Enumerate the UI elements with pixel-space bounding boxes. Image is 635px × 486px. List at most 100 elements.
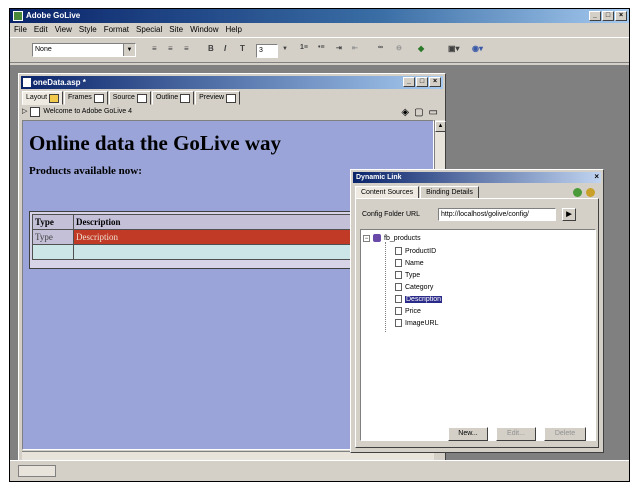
field-icon bbox=[395, 307, 402, 315]
refresh-icon[interactable] bbox=[573, 188, 582, 197]
menu-style[interactable]: Style bbox=[79, 23, 97, 36]
field-icon bbox=[395, 283, 402, 291]
menu-site[interactable]: Site bbox=[169, 23, 183, 36]
outline-icon bbox=[180, 93, 191, 103]
collapse-icon[interactable]: − bbox=[363, 234, 370, 242]
field-icon bbox=[395, 295, 402, 303]
chevron-down-icon: ▼ bbox=[123, 44, 135, 56]
paragraph-format-value: None bbox=[35, 46, 52, 53]
tree-field-name[interactable]: Name bbox=[395, 258, 424, 268]
tree-field-category[interactable]: Category bbox=[395, 282, 433, 292]
outdent-icon[interactable]: ⇤ bbox=[352, 44, 358, 52]
unlink-icon[interactable]: ⊖ bbox=[396, 44, 402, 52]
close-icon[interactable]: × bbox=[615, 11, 627, 21]
palette-actions bbox=[573, 188, 595, 197]
delete-button[interactable]: Delete bbox=[544, 427, 586, 441]
tab-outline-label: Outline bbox=[155, 94, 179, 101]
tree-field-productid[interactable]: ProductID bbox=[395, 246, 436, 256]
tab-source[interactable]: Source bbox=[108, 91, 151, 105]
close-icon[interactable]: × bbox=[429, 77, 441, 87]
config-folder-url-field[interactable]: http://localhost/golive/config/ bbox=[438, 208, 556, 221]
table-cell-type[interactable]: Type bbox=[32, 229, 74, 245]
page-title-path: Welcome to Adobe GoLive 4 bbox=[43, 108, 132, 115]
table-header-type[interactable]: Type bbox=[32, 214, 74, 230]
font-size-arrow-icon[interactable]: ▼ bbox=[282, 46, 288, 52]
field-label: Type bbox=[405, 271, 421, 279]
tab-layout[interactable]: Layout bbox=[22, 91, 64, 105]
font-size-select[interactable]: 3 bbox=[256, 44, 278, 58]
minimize-icon[interactable]: _ bbox=[403, 77, 415, 87]
tab-frames[interactable]: Frames bbox=[64, 91, 108, 105]
page-properties-icon[interactable]: ▢ bbox=[414, 106, 423, 119]
maximize-icon[interactable]: □ bbox=[416, 77, 428, 87]
paragraph-format-select[interactable]: None ▼ bbox=[32, 43, 136, 57]
palette-titlebar: Dynamic Link × bbox=[353, 172, 601, 183]
color-eye-icon[interactable]: ◈ bbox=[401, 106, 409, 119]
head-section-icon[interactable]: ▭ bbox=[429, 106, 438, 119]
preview-icon bbox=[226, 93, 237, 103]
document-icon bbox=[23, 78, 31, 87]
tree-field-description[interactable]: Description bbox=[395, 294, 443, 304]
page-icon bbox=[30, 106, 41, 117]
field-icon bbox=[395, 259, 402, 267]
menu-special[interactable]: Special bbox=[136, 23, 162, 36]
site-window-icon[interactable]: ▣▾ bbox=[448, 44, 460, 53]
close-icon[interactable]: × bbox=[594, 171, 599, 182]
tab-frames-label: Frames bbox=[68, 94, 92, 101]
tab-source-label: Source bbox=[112, 94, 135, 101]
align-left-icon[interactable]: ≡ bbox=[152, 44, 157, 53]
tree-field-type[interactable]: Type bbox=[395, 270, 420, 280]
layout-icon bbox=[49, 93, 60, 103]
link-icon[interactable]: ∞ bbox=[378, 44, 383, 51]
palette-title: Dynamic Link bbox=[356, 174, 402, 181]
minimize-icon[interactable]: _ bbox=[589, 11, 601, 21]
frames-icon bbox=[93, 93, 104, 103]
menu-edit[interactable]: Edit bbox=[34, 23, 48, 36]
tree-root-node[interactable]: − fb_products bbox=[363, 234, 421, 242]
tab-preview-label: Preview bbox=[199, 94, 225, 101]
menu-file[interactable]: File bbox=[14, 23, 27, 36]
align-center-icon[interactable]: ≡ bbox=[168, 44, 173, 53]
menu-window[interactable]: Window bbox=[190, 23, 218, 36]
tree-field-imageurl[interactable]: ImageURL bbox=[395, 318, 438, 328]
document-view-tabs: Layout Frames Source Outline Preview bbox=[22, 91, 241, 105]
palette-icon[interactable]: ◉▾ bbox=[472, 44, 483, 53]
connect-icon[interactable] bbox=[586, 188, 595, 197]
app-window-controls: _ □ × bbox=[589, 11, 627, 21]
tree-field-price[interactable]: Price bbox=[395, 306, 421, 316]
menu-help[interactable]: Help bbox=[226, 23, 242, 36]
tab-layout-label: Layout bbox=[26, 94, 48, 101]
align-right-icon[interactable]: ≡ bbox=[184, 44, 189, 53]
indent-icon[interactable]: ⇥ bbox=[336, 44, 342, 52]
page-tools: ◈ ▢ ▭ bbox=[401, 106, 438, 119]
bold-icon[interactable]: B bbox=[208, 44, 214, 53]
unordered-list-icon[interactable]: •≡ bbox=[318, 44, 325, 51]
dynamic-link-palette: Dynamic Link × Content Sources Binding D… bbox=[350, 169, 604, 453]
teletype-icon[interactable]: T bbox=[240, 44, 245, 53]
script-icon[interactable]: ◆ bbox=[418, 44, 424, 53]
tab-outline[interactable]: Outline bbox=[151, 91, 195, 105]
menu-view[interactable]: View bbox=[55, 23, 72, 36]
edit-button[interactable]: Edit... bbox=[496, 427, 536, 441]
tab-preview[interactable]: Preview bbox=[195, 91, 241, 105]
browse-arrow-icon[interactable]: ▶ bbox=[562, 208, 576, 221]
field-label: Description bbox=[405, 295, 443, 303]
new-button[interactable]: New... bbox=[448, 427, 488, 441]
table-cell-empty[interactable] bbox=[32, 244, 74, 260]
content-sources-tree[interactable]: − fb_products ProductID Name Type Catego… bbox=[360, 229, 596, 441]
content-sources-panel: Config Folder URL http://localhost/goliv… bbox=[355, 198, 599, 448]
menu-format[interactable]: Format bbox=[104, 23, 129, 36]
expand-triangle-icon[interactable]: ▷ bbox=[22, 105, 27, 118]
italic-icon[interactable]: I bbox=[224, 44, 226, 53]
page-heading: Online data the GoLive way bbox=[29, 131, 282, 155]
ordered-list-icon[interactable]: 1≡ bbox=[300, 44, 308, 51]
tree-guide-line bbox=[385, 242, 386, 332]
status-bar bbox=[10, 460, 629, 481]
maximize-icon[interactable]: □ bbox=[602, 11, 614, 21]
scroll-up-icon[interactable]: ▲ bbox=[435, 121, 446, 132]
page-subheading: Products available now: bbox=[29, 165, 142, 177]
document-titlebar: oneData.asp * _ □ × bbox=[21, 76, 443, 89]
status-field bbox=[18, 465, 56, 477]
field-label: Price bbox=[405, 307, 421, 315]
field-icon bbox=[395, 247, 402, 255]
